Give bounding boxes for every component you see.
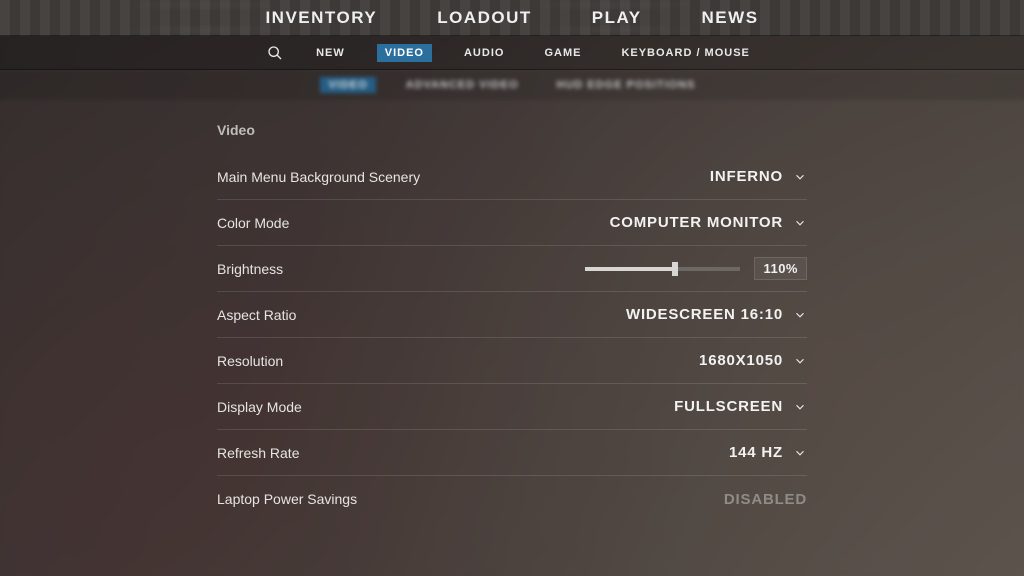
nav-inventory[interactable]: INVENTORY	[265, 8, 377, 28]
dropdown-resolution[interactable]: 1680X1050	[699, 352, 807, 369]
value-display-mode: FULLSCREEN	[674, 398, 783, 415]
row-refresh: Refresh Rate 144 HZ	[217, 430, 807, 476]
section-title: Video	[217, 122, 807, 138]
value-aspect: WIDESCREEN 16:10	[626, 306, 783, 323]
sub-hud-edge[interactable]: HUD EDGE POSITIONS	[549, 77, 704, 93]
cat-video[interactable]: VIDEO	[377, 44, 432, 62]
nav-play[interactable]: PLAY	[592, 8, 642, 28]
row-resolution: Resolution 1680X1050	[217, 338, 807, 384]
row-display-mode: Display Mode FULLSCREEN	[217, 384, 807, 430]
label-aspect: Aspect Ratio	[217, 307, 296, 323]
label-brightness: Brightness	[217, 261, 283, 277]
row-aspect: Aspect Ratio WIDESCREEN 16:10	[217, 292, 807, 338]
main-nav: INVENTORY LOADOUT PLAY NEWS	[0, 0, 1024, 36]
settings-panel: Video Main Menu Background Scenery INFER…	[217, 122, 807, 522]
dropdown-color-mode[interactable]: COMPUTER MONITOR	[610, 214, 807, 231]
chevron-down-icon	[793, 308, 807, 322]
brightness-value-box[interactable]: 110%	[754, 257, 807, 280]
sub-advanced-video[interactable]: ADVANCED VIDEO	[398, 77, 527, 93]
cat-new[interactable]: NEW	[308, 44, 353, 62]
nav-news[interactable]: NEWS	[702, 8, 759, 28]
dropdown-display-mode[interactable]: FULLSCREEN	[674, 398, 807, 415]
label-resolution: Resolution	[217, 353, 283, 369]
dropdown-bg-scenery[interactable]: INFERNO	[710, 168, 807, 185]
brightness-control: 110%	[585, 257, 807, 280]
value-wrap-laptop-power: DISABLED	[724, 491, 807, 508]
value-bg-scenery: INFERNO	[710, 168, 783, 185]
nav-loadout[interactable]: LOADOUT	[437, 8, 532, 28]
brightness-slider[interactable]	[585, 267, 740, 271]
label-display-mode: Display Mode	[217, 399, 302, 415]
row-bg-scenery: Main Menu Background Scenery INFERNO	[217, 154, 807, 200]
cat-audio[interactable]: AUDIO	[456, 44, 512, 62]
value-resolution: 1680X1050	[699, 352, 783, 369]
row-color-mode: Color Mode COMPUTER MONITOR	[217, 200, 807, 246]
label-bg-scenery: Main Menu Background Scenery	[217, 169, 420, 185]
cat-game[interactable]: GAME	[536, 44, 589, 62]
row-laptop-power: Laptop Power Savings DISABLED	[217, 476, 807, 522]
label-refresh: Refresh Rate	[217, 445, 299, 461]
value-refresh: 144 HZ	[729, 444, 783, 461]
settings-subcategory-bar: VIDEO ADVANCED VIDEO HUD EDGE POSITIONS	[0, 70, 1024, 100]
chevron-down-icon	[793, 400, 807, 414]
value-color-mode: COMPUTER MONITOR	[610, 214, 783, 231]
chevron-down-icon	[793, 446, 807, 460]
value-laptop-power: DISABLED	[724, 491, 807, 508]
chevron-down-icon	[793, 170, 807, 184]
search-icon[interactable]	[266, 44, 284, 62]
sub-video[interactable]: VIDEO	[320, 77, 375, 93]
label-color-mode: Color Mode	[217, 215, 289, 231]
dropdown-refresh[interactable]: 144 HZ	[729, 444, 807, 461]
row-brightness: Brightness 110%	[217, 246, 807, 292]
cat-keyboard[interactable]: KEYBOARD / MOUSE	[613, 44, 757, 62]
slider-thumb[interactable]	[672, 262, 678, 276]
chevron-down-icon	[793, 216, 807, 230]
settings-category-bar: NEW VIDEO AUDIO GAME KEYBOARD / MOUSE	[0, 36, 1024, 70]
label-laptop-power: Laptop Power Savings	[217, 491, 357, 507]
dropdown-aspect[interactable]: WIDESCREEN 16:10	[626, 306, 807, 323]
chevron-down-icon	[793, 354, 807, 368]
